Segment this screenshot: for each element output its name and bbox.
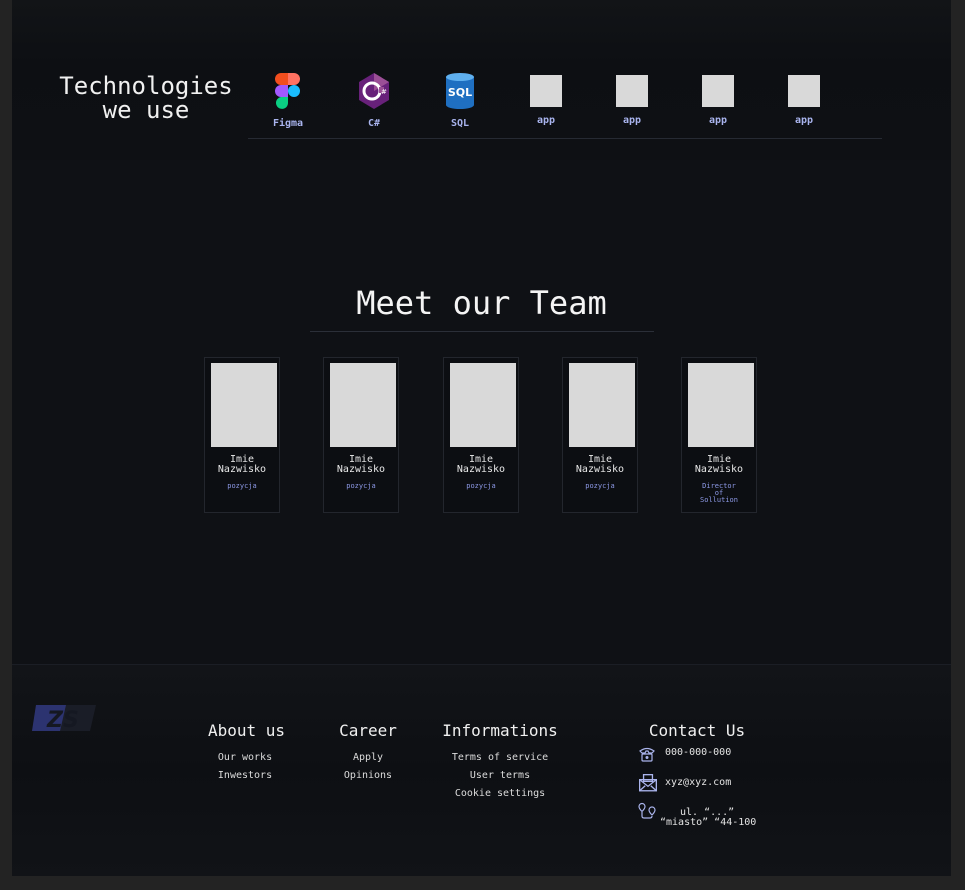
team-card[interactable]: Imie Nazwisko pozycja — [443, 357, 519, 513]
figma-icon — [275, 73, 300, 109]
contact-email-text: xyz@xyz.com — [665, 777, 732, 788]
csharp-icon: # — [359, 73, 389, 109]
member-name: Imie Nazwisko — [694, 454, 744, 475]
member-role: pozycja — [227, 482, 257, 490]
footer: ZS About us Our works Inwestors Career A… — [12, 664, 951, 876]
phone-icon — [639, 747, 655, 762]
footer-link[interactable]: Opinions — [334, 767, 402, 785]
member-photo — [211, 363, 277, 447]
member-role: pozycja — [346, 482, 376, 490]
footer-contact: Contact Us — [648, 721, 746, 740]
contact-address-line2: “miasto” “44-100 — [660, 817, 757, 828]
member-role: pozycja — [585, 482, 615, 490]
contact-phone[interactable]: 000-000-000 — [638, 745, 768, 763]
mail-icon — [639, 774, 657, 792]
footer-about: About us Our works Inwestors — [208, 721, 286, 785]
team-card[interactable]: Imie Nazwisko pozycja — [562, 357, 638, 513]
team-title: Meet our Team — [356, 284, 607, 322]
footer-link[interactable]: Apply — [334, 749, 402, 767]
member-name: Imie Nazwisko — [575, 454, 625, 475]
team-card[interactable]: Imie Nazwisko Director of Sollution — [681, 357, 757, 513]
contact-address[interactable]: ul. “...” “miasto” “44-100 — [638, 802, 768, 830]
app-placeholder-icon — [616, 75, 648, 107]
company-logo[interactable]: ZS — [32, 703, 96, 733]
team-card[interactable]: Imie Nazwisko pozycja — [323, 357, 399, 513]
footer-link[interactable]: Our works — [208, 749, 282, 767]
tech-label: C# — [367, 118, 381, 129]
member-name: Imie Nazwisko — [336, 454, 386, 475]
tech-item-app[interactable]: app — [774, 72, 834, 126]
footer-link[interactable]: User terms — [440, 767, 560, 785]
footer-career: Career Apply Opinions — [334, 721, 402, 785]
contact-phone-text: 000-000-000 — [665, 747, 732, 758]
footer-informations-title: Informations — [442, 721, 558, 740]
footer-link[interactable]: Terms of service — [440, 749, 560, 767]
technologies-list: Figma # C# SQL SQL app app app app — [248, 72, 882, 139]
footer-link[interactable]: Cookie settings — [440, 785, 560, 803]
member-photo — [450, 363, 516, 447]
footer-contact-title: Contact Us — [648, 721, 746, 740]
footer-informations: Informations Terms of service User terms… — [440, 721, 560, 803]
member-photo — [330, 363, 396, 447]
location-route-icon — [638, 802, 656, 819]
page: Technologies we use Figma # C# SQL SQL a… — [12, 0, 951, 876]
svg-text:#: # — [381, 88, 387, 96]
tech-label: app — [708, 115, 728, 126]
tech-label: app — [794, 115, 814, 126]
member-name: Imie Nazwisko — [456, 454, 506, 475]
footer-about-title: About us — [208, 721, 286, 740]
team-card[interactable]: Imie Nazwisko pozycja — [204, 357, 280, 513]
app-placeholder-icon — [530, 75, 562, 107]
sql-database-icon: SQL — [446, 73, 474, 109]
team-divider — [310, 331, 654, 332]
tech-item-app[interactable]: app — [602, 72, 662, 126]
tech-item-sql[interactable]: SQL SQL — [430, 72, 490, 129]
svg-text:ZS: ZS — [46, 708, 79, 733]
member-photo — [688, 363, 754, 447]
tech-item-csharp[interactable]: # C# — [344, 72, 404, 129]
tech-label: app — [536, 115, 556, 126]
app-placeholder-icon — [788, 75, 820, 107]
member-role: Director of Sollution — [700, 482, 738, 504]
tech-label: SQL — [450, 118, 470, 129]
footer-career-title: Career — [339, 721, 397, 740]
technologies-title: Technologies we use — [59, 72, 233, 124]
footer-link[interactable]: Inwestors — [208, 767, 282, 785]
tech-label: Figma — [272, 118, 304, 129]
member-name: Imie Nazwisko — [217, 454, 267, 475]
contact-email[interactable]: xyz@xyz.com — [638, 773, 768, 793]
tech-label: app — [622, 115, 642, 126]
member-role: pozycja — [466, 482, 496, 490]
member-photo — [569, 363, 635, 447]
tech-item-figma[interactable]: Figma — [258, 72, 318, 129]
tech-item-app[interactable]: app — [516, 72, 576, 126]
svg-text:SQL: SQL — [448, 86, 472, 99]
app-placeholder-icon — [702, 75, 734, 107]
tech-item-app[interactable]: app — [688, 72, 748, 126]
